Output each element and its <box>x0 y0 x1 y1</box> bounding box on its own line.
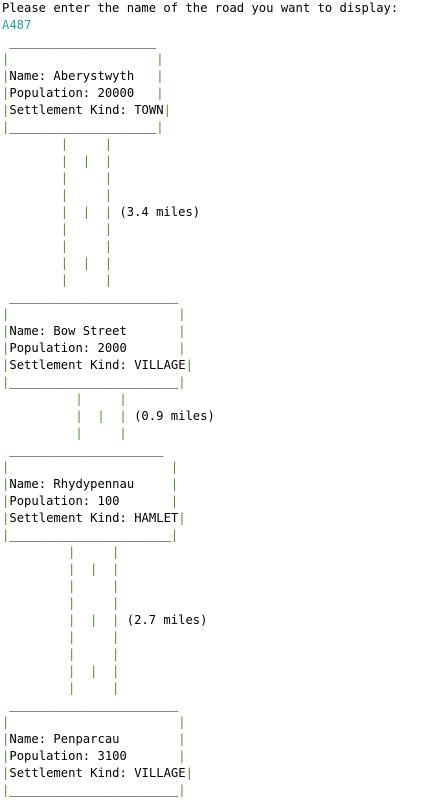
road-line: | | <box>2 238 445 255</box>
road-edge: | | <box>2 596 120 610</box>
settlement-box-blank: | | <box>2 52 164 66</box>
settlement-name: |Name: Bow Street | <box>2 324 186 338</box>
road-line: | | | (3.4 miles) <box>2 204 445 221</box>
settlement-box-blank: | | <box>2 307 186 321</box>
road-line: | | <box>2 646 445 663</box>
road-edge: | | <box>2 647 120 661</box>
road-edge: | | <box>2 579 120 593</box>
console-output: Please enter the name of the road you wa… <box>2 0 445 799</box>
road-line: | | | (0.9 miles) <box>2 408 445 425</box>
settlement-population: |Population: 3100 | <box>2 749 186 763</box>
road-line: | | <box>2 680 445 697</box>
settlement-box-blank: | | <box>2 460 179 474</box>
settlement-box: _______________________ | | |Name: Bow S… <box>2 289 445 391</box>
road-line: | | <box>2 187 445 204</box>
settlement-kind: |Settlement Kind: VILLAGE| <box>2 766 193 780</box>
road-segment: | | | | | | | | | | | | (2.7 miles) | | … <box>2 544 445 697</box>
road-line: | | | <box>2 663 445 680</box>
settlement-name: |Name: Aberystwyth | <box>2 69 164 83</box>
road-edge: | | <box>2 239 113 253</box>
settlement-box: _____________________ | | |Name: Rhydype… <box>2 442 445 544</box>
road-edge: | | <box>2 171 113 185</box>
road-edge: | | | <box>2 613 127 627</box>
settlement-population: |Population: 100 | <box>2 494 179 508</box>
road-distance: (0.9 miles) <box>134 409 215 423</box>
settlement-box-blank: | | <box>2 715 186 729</box>
road-edge: | | | <box>2 256 113 270</box>
settlement-box-top: ____________________ <box>2 35 157 49</box>
road-line: | | <box>2 136 445 153</box>
road-name-input[interactable]: A487 <box>2 17 445 34</box>
road-edge: | | <box>2 188 113 202</box>
settlement-box-bottom: |_______________________| <box>2 783 186 797</box>
road-line: | | <box>2 391 445 408</box>
road-edge: | | | <box>2 154 113 168</box>
road-segment: | | | | | (0.9 miles) | | <box>2 391 445 442</box>
settlement-box-bottom: |______________________| <box>2 528 179 542</box>
settlement-box-top: _____________________ <box>2 443 164 457</box>
road-edge: | | | <box>2 664 120 678</box>
road-line: | | <box>2 221 445 238</box>
settlement-box: _______________________ | | |Name: Penpa… <box>2 697 445 799</box>
road-distance: (2.7 miles) <box>126 613 208 627</box>
road-line: | | | <box>2 255 445 272</box>
road-edge: | | | <box>2 562 120 576</box>
road-line: | | <box>2 595 445 612</box>
settlement-box-top: _______________________ <box>2 698 179 712</box>
road-edge: | | <box>2 273 113 287</box>
road-edge: | | | <box>2 205 120 219</box>
road-edge: | | <box>2 545 120 559</box>
road-line: | | | <box>2 561 445 578</box>
road-line: | | | (2.7 miles) <box>2 612 445 629</box>
prompt-text: Please enter the name of the road you wa… <box>2 1 399 15</box>
settlement-box: ____________________ | | |Name: Aberystw… <box>2 34 445 136</box>
settlement-box-top: _______________________ <box>2 290 179 304</box>
road-edge: | | <box>2 681 120 695</box>
road-line: | | <box>2 170 445 187</box>
road-line: | | <box>2 578 445 595</box>
road-edge: | | <box>2 630 120 644</box>
road-edge: | | <box>2 392 127 406</box>
road-line: | | <box>2 544 445 561</box>
road-distance: (3.4 miles) <box>119 205 201 219</box>
road-segment: | | | | | | | | | | | | (3.4 miles) | | … <box>2 136 445 289</box>
settlement-kind: |Settlement Kind: VILLAGE| <box>2 358 193 372</box>
road-line: | | <box>2 629 445 646</box>
settlement-population: |Population: 2000 | <box>2 341 186 355</box>
settlement-box-bottom: |____________________| <box>2 120 164 134</box>
settlement-kind: |Settlement Kind: TOWN| <box>2 103 171 117</box>
road-line: | | | <box>2 153 445 170</box>
road-line: | | <box>2 272 445 289</box>
settlement-population: |Population: 20000 | <box>2 86 164 100</box>
road-line: | | <box>2 425 445 442</box>
road-edge: | | <box>2 222 113 236</box>
settlement-kind: |Settlement Kind: HAMLET| <box>2 511 186 525</box>
settlement-box-bottom: |_______________________| <box>2 375 186 389</box>
road-edge: | | | <box>2 409 135 423</box>
settlement-name: |Name: Rhydypennau | <box>2 477 179 491</box>
settlement-name: |Name: Penparcau | <box>2 732 186 746</box>
road-edge: | | <box>2 137 113 151</box>
road-edge: | | <box>2 426 127 440</box>
